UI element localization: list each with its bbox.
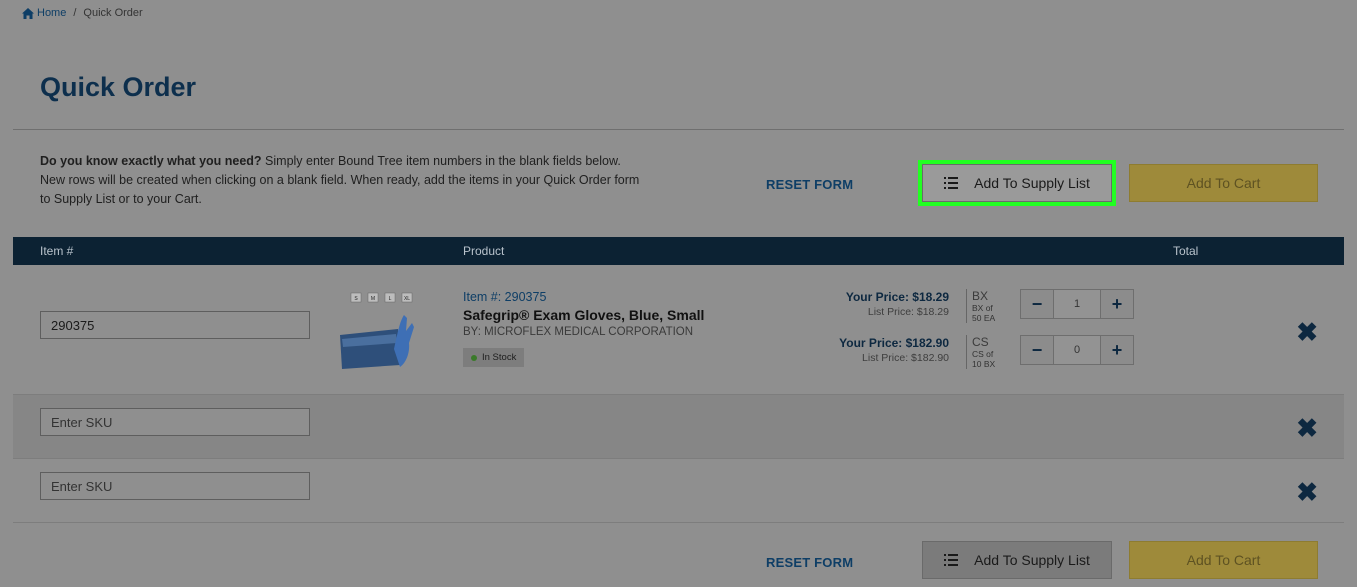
unit-label-bx: BX [972, 289, 989, 303]
unit-desc-cs-1: CS of [972, 349, 994, 359]
unit-desc-cs-2: 10 BX [972, 359, 996, 369]
list-price-bx: List Price: $18.29 [867, 306, 949, 318]
sku-input[interactable] [40, 311, 310, 339]
item-number-link[interactable]: Item #: 290375 [463, 290, 704, 304]
unit-label-cs: CS [972, 335, 989, 349]
close-icon[interactable]: ✖ [1296, 479, 1318, 505]
thumb-size-xl: XL [404, 296, 410, 302]
breadcrumb-separator: / [73, 7, 77, 19]
price-cs: Your Price: $182.90 List Price: $182.90 [839, 336, 949, 364]
title-divider [13, 129, 1344, 130]
unit-desc-bx-1: BX of [972, 303, 993, 313]
your-price-cs: Your Price: $182.90 [839, 336, 949, 350]
header-total: Total [1173, 244, 1199, 258]
add-to-supply-list-button-bottom[interactable]: Add To Supply List [922, 541, 1112, 579]
plus-icon[interactable]: + [1100, 335, 1134, 365]
add-to-cart-button[interactable]: Add To Cart [1129, 164, 1318, 202]
add-to-cart-label: Add To Cart [1186, 175, 1261, 191]
add-to-supply-list-label: Add To Supply List [974, 552, 1090, 568]
sku-input[interactable] [40, 408, 310, 436]
table-row: ✖ [13, 395, 1344, 459]
sku-input[interactable] [40, 472, 310, 500]
stock-dot-icon [471, 354, 477, 361]
breadcrumb-home-link[interactable]: Home [22, 7, 66, 19]
product-image: S M L XL [336, 291, 426, 371]
close-icon[interactable]: ✖ [1296, 319, 1318, 345]
unit-cs: CS CS of 10 BX [966, 335, 995, 369]
table-row: S M L XL Item #: 290375 Safegrip® Exam G… [13, 265, 1344, 395]
product-brand: BY: MICROFLEX MEDICAL CORPORATION [463, 326, 694, 338]
breadcrumb-current: Quick Order [83, 7, 143, 19]
list-icon [944, 177, 959, 189]
intro-text: Do you know exactly what you need? Simpl… [40, 152, 640, 209]
intro-bold: Do you know exactly what you need? [40, 154, 262, 168]
price-bx: Your Price: $18.29 List Price: $18.29 [846, 290, 949, 318]
breadcrumb: Home / Quick Order [22, 7, 143, 19]
page-title: Quick Order [40, 72, 197, 102]
unit-bx: BX BX of 50 EA [966, 289, 995, 323]
add-to-supply-list-button[interactable]: Add To Supply List [918, 160, 1116, 206]
unit-desc-bx-2: 50 EA [972, 313, 996, 323]
minus-icon[interactable]: − [1020, 335, 1054, 365]
minus-icon[interactable]: − [1020, 289, 1054, 319]
thumb-size-m: M [371, 296, 375, 302]
close-icon[interactable]: ✖ [1296, 415, 1318, 441]
quantity-stepper-bx: − 1 + [1020, 289, 1134, 319]
quantity-stepper-cs: − 0 + [1020, 335, 1134, 365]
product-info: Item #: 290375 Safegrip® Exam Gloves, Bl… [463, 290, 704, 367]
quantity-value-cs[interactable]: 0 [1054, 335, 1100, 365]
header-product: Product [463, 244, 505, 258]
add-to-cart-button-bottom[interactable]: Add To Cart [1129, 541, 1318, 579]
add-to-cart-label: Add To Cart [1186, 552, 1261, 568]
product-name[interactable]: Safegrip® Exam Gloves, Blue, Small [463, 307, 704, 323]
quantity-value-bx[interactable]: 1 [1054, 289, 1100, 319]
stock-badge: In Stock [463, 348, 525, 367]
stock-label: In Stock [482, 352, 517, 363]
reset-form-button[interactable]: RESET FORM [766, 177, 853, 192]
header-item: Item # [40, 244, 74, 258]
home-icon [22, 7, 34, 19]
add-to-supply-list-label: Add To Supply List [974, 175, 1090, 191]
your-price-bx: Your Price: $18.29 [845, 290, 949, 304]
breadcrumb-home-label: Home [37, 7, 67, 19]
plus-icon[interactable]: + [1100, 289, 1134, 319]
list-price-cs: List Price: $182.90 [862, 352, 949, 364]
table-row: ✖ [13, 459, 1344, 523]
list-icon [944, 554, 959, 566]
reset-form-button-bottom[interactable]: RESET FORM [766, 555, 853, 570]
thumb-size-l: L [389, 296, 392, 302]
table-header: Item # Product Total [13, 237, 1344, 265]
